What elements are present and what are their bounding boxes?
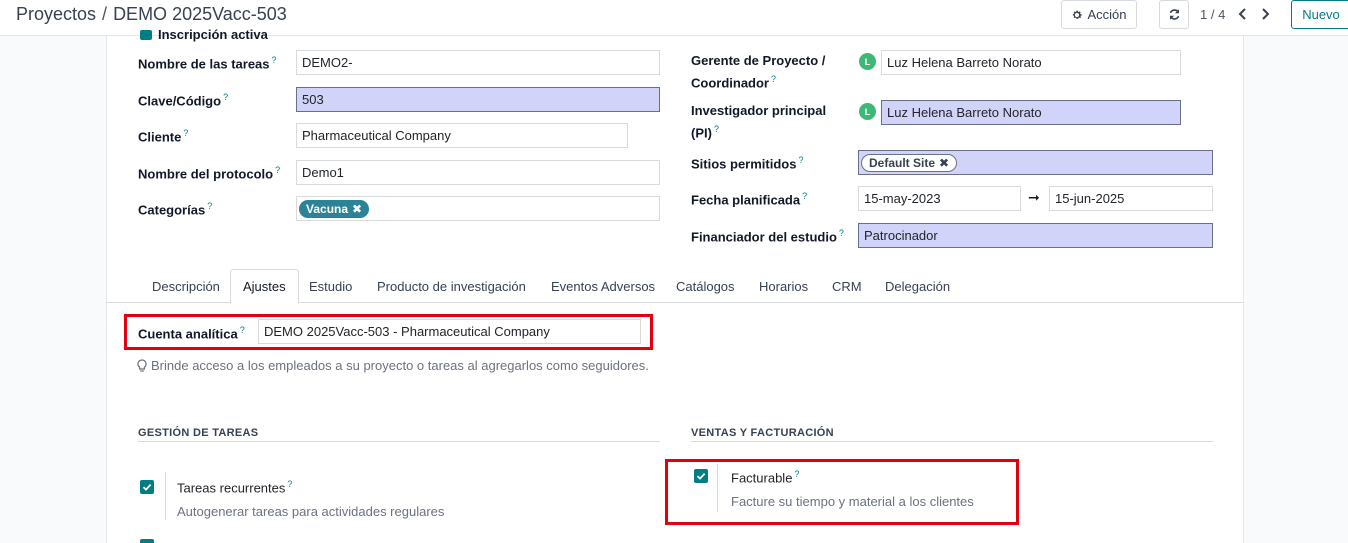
- planned-date-label: Fecha planificada?: [691, 191, 808, 208]
- billable-highlight-box: [665, 459, 1019, 525]
- recurring-tasks-divider: [165, 472, 166, 520]
- categories-label: Categorías?: [138, 201, 213, 218]
- breadcrumb: Proyectos / DEMO 2025Vacc-503: [16, 4, 287, 25]
- code-input[interactable]: 503: [296, 87, 660, 112]
- protocol-help-icon[interactable]: ?: [275, 165, 280, 175]
- billable-description: Facture su tiempo y material a los clien…: [731, 494, 974, 509]
- analytic-account-input[interactable]: DEMO 2025Vacc-503 - Pharmaceutical Compa…: [258, 319, 641, 344]
- funder-help-icon[interactable]: ?: [839, 228, 844, 238]
- reload-button[interactable]: [1159, 0, 1189, 29]
- pager-value: 1 / 4: [1200, 7, 1226, 22]
- recurring-tasks-help-icon[interactable]: ?: [287, 479, 292, 489]
- billable-divider: [717, 464, 718, 512]
- tab-producto-investigacion[interactable]: Producto de investigación: [365, 269, 538, 303]
- allowed-sites-label: Sitios permitidos?: [691, 155, 804, 172]
- active-enrollment-label: Inscripción activa: [158, 27, 268, 42]
- analytic-account-label: Cuenta analítica?: [138, 325, 245, 342]
- client-help-icon[interactable]: ?: [183, 128, 188, 138]
- breadcrumb-separator: /: [102, 4, 108, 24]
- tasks-section-title: GESTIÓN DE TAREAS: [138, 427, 259, 439]
- breadcrumb-parent-link[interactable]: Proyectos: [16, 4, 96, 24]
- task-name-label: Nombre de las tareas?: [138, 55, 277, 72]
- check-icon: [142, 483, 152, 491]
- check-icon: [696, 472, 706, 480]
- breadcrumb-current: DEMO 2025Vacc-503: [113, 4, 287, 24]
- recurring-tasks-checkbox[interactable]: [140, 480, 154, 494]
- form-sheet: Inscripción activa Nombre de las tareas?…: [106, 27, 1244, 543]
- task-name-help-icon[interactable]: ?: [272, 55, 277, 65]
- refresh-icon: [1169, 9, 1179, 20]
- billable-help-icon[interactable]: ?: [794, 469, 799, 479]
- chevron-right-icon: [1262, 8, 1270, 20]
- followers-hint-text: Brinde acceso a los empleados a su proye…: [151, 358, 649, 373]
- client-input[interactable]: Pharmaceutical Company: [296, 123, 628, 148]
- action-button-label: Acción: [1087, 7, 1127, 22]
- manager-label: Gerente de Proyecto / Coordinador?: [691, 53, 826, 91]
- manager-help-icon[interactable]: ?: [771, 74, 776, 84]
- followers-hint: Brinde acceso a los empleados a su proye…: [137, 358, 649, 373]
- arrow-right-icon: ➞: [1028, 189, 1040, 205]
- tab-catalogos[interactable]: Catálogos: [664, 269, 747, 303]
- allowed-sites-input[interactable]: Default Site ✖: [858, 150, 1213, 175]
- billable-checkbox[interactable]: [694, 469, 708, 483]
- gear-icon: [1073, 10, 1083, 19]
- code-label: Clave/Código?: [138, 92, 229, 109]
- recurring-tasks-description: Autogenerar tareas para actividades regu…: [177, 504, 445, 519]
- planned-date-help-icon[interactable]: ?: [802, 191, 807, 201]
- category-tag: Vacuna ✖: [299, 199, 370, 218]
- remove-tag-icon[interactable]: ✖: [352, 202, 362, 216]
- funder-input[interactable]: Patrocinador: [858, 223, 1213, 248]
- tab-horarios[interactable]: Horarios: [747, 269, 820, 303]
- tab-delegacion[interactable]: Delegación: [873, 269, 962, 303]
- chevron-left-icon: [1238, 8, 1246, 20]
- site-tag: Default Site ✖: [861, 153, 958, 172]
- notebook-tabs: Descripción Ajustes Estudio Producto de …: [107, 269, 1243, 304]
- sales-section-title: VENTAS Y FACTURACIÓN: [691, 427, 834, 439]
- new-button[interactable]: Nuevo: [1291, 0, 1348, 29]
- protocol-label: Nombre del protocolo?: [138, 165, 281, 182]
- categories-input[interactable]: Vacuna ✖: [296, 196, 660, 221]
- manager-input[interactable]: Luz Helena Barreto Norato: [881, 50, 1181, 75]
- client-label: Cliente?: [138, 128, 189, 145]
- active-enrollment-checkbox[interactable]: [140, 30, 152, 40]
- pi-avatar: L: [859, 103, 876, 120]
- analytic-help-icon[interactable]: ?: [240, 325, 245, 335]
- pager-previous-button[interactable]: [1233, 2, 1253, 26]
- manager-avatar: L: [859, 53, 876, 70]
- remove-tag-icon[interactable]: ✖: [939, 156, 949, 170]
- planned-end-date-input[interactable]: 15-jun-2025: [1049, 186, 1213, 211]
- tasks-section-divider: [138, 441, 660, 442]
- lightbulb-icon: [137, 358, 147, 372]
- pi-help-icon[interactable]: ?: [714, 124, 719, 134]
- pi-input[interactable]: Luz Helena Barreto Norato: [881, 100, 1181, 125]
- funder-label: Financiador del estudio?: [691, 228, 844, 245]
- task-name-input[interactable]: DEMO2-: [296, 50, 660, 75]
- categories-help-icon[interactable]: ?: [207, 201, 212, 211]
- allowed-sites-help-icon[interactable]: ?: [798, 155, 803, 165]
- billable-title: Facturable?: [731, 469, 800, 486]
- next-option-checkbox[interactable]: [140, 539, 154, 543]
- action-button[interactable]: Acción: [1061, 0, 1137, 29]
- tab-eventos-adversos[interactable]: Eventos Adversos: [539, 269, 667, 303]
- planned-start-date-input[interactable]: 15-may-2023: [858, 186, 1021, 211]
- tab-crm[interactable]: CRM: [820, 269, 874, 303]
- sales-section-divider: [691, 441, 1213, 442]
- protocol-input[interactable]: Demo1: [296, 160, 660, 185]
- code-help-icon[interactable]: ?: [223, 92, 228, 102]
- tab-estudio[interactable]: Estudio: [297, 269, 364, 303]
- pager-next-button[interactable]: [1255, 2, 1275, 26]
- pi-label: Investigador principal (PI)?: [691, 103, 827, 141]
- recurring-tasks-title: Tareas recurrentes?: [177, 479, 293, 496]
- tab-ajustes[interactable]: Ajustes: [230, 269, 299, 304]
- tab-descripcion[interactable]: Descripción: [140, 269, 232, 303]
